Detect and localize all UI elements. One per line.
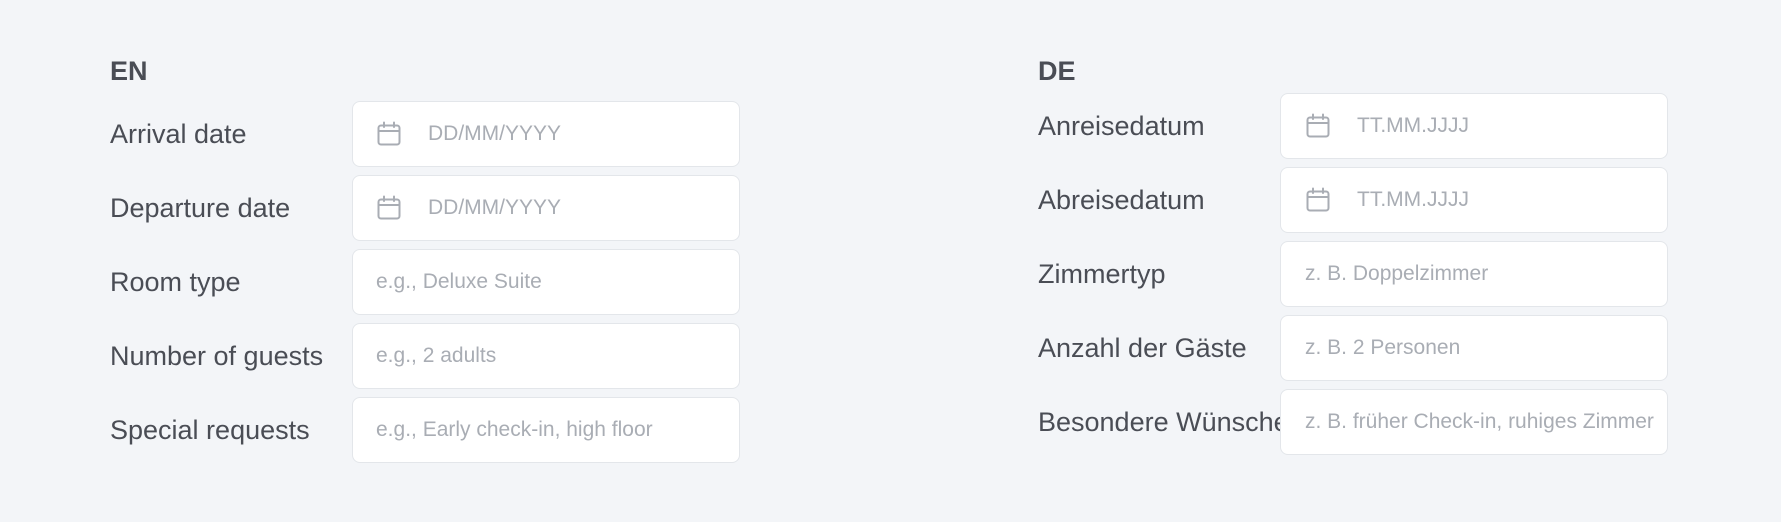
special-requests-field[interactable] [352,397,740,463]
field-label: Number of guests [110,340,324,371]
field-label: Zimmertyp [1038,258,1166,289]
calendar-icon[interactable] [1305,113,1331,139]
form-row-besondere-wuensche: Besondere Wünsche [1038,388,1668,456]
field-label: Anzahl der Gäste [1038,332,1247,363]
form-row-number-of-guests: Number of guests [110,322,740,390]
field-label: Room type [110,266,241,297]
special-requests-input[interactable] [376,418,739,442]
departure-date-field[interactable] [352,175,740,241]
language-heading: DE [1038,56,1076,86]
form-row-departure-date: Departure date [110,174,740,242]
form-row-anreisedatum: Anreisedatum [1038,92,1668,160]
anreisedatum-field[interactable] [1280,93,1668,159]
form-row-abreisedatum: Abreisedatum [1038,166,1668,234]
form-row-arrival-date: Arrival date [110,100,740,168]
number-of-guests-input[interactable] [376,344,739,368]
departure-date-input[interactable] [402,196,739,220]
arrival-date-field[interactable] [352,101,740,167]
form-row-anzahl-der-gaeste: Anzahl der Gäste [1038,314,1668,382]
form-panel-de: DE Anreisedatum Abreisedatum Zimmertyp [1038,54,1668,462]
form-row-special-requests: Special requests [110,396,740,464]
field-label: Special requests [110,414,310,445]
language-heading: EN [110,56,148,86]
besondere-wuensche-field[interactable] [1280,389,1668,455]
form-row-room-type: Room type [110,248,740,316]
zimmertyp-field[interactable] [1280,241,1668,307]
zimmertyp-input[interactable] [1305,262,1667,286]
field-label: Arrival date [110,118,247,149]
arrival-date-input[interactable] [402,122,739,146]
anzahl-der-gaeste-field[interactable] [1280,315,1668,381]
besondere-wuensche-input[interactable] [1305,410,1667,434]
calendar-icon[interactable] [376,195,402,221]
anreisedatum-input[interactable] [1331,114,1667,138]
field-label: Abreisedatum [1038,184,1205,215]
field-label: Anreisedatum [1038,110,1205,141]
field-label: Besondere Wünsche [1038,406,1289,437]
number-of-guests-field[interactable] [352,323,740,389]
form-panel-en: EN Arrival date Departure date Room type [110,54,740,470]
abreisedatum-input[interactable] [1331,188,1667,212]
abreisedatum-field[interactable] [1280,167,1668,233]
room-type-input[interactable] [376,270,739,294]
anzahl-der-gaeste-input[interactable] [1305,336,1667,360]
form-row-zimmertyp: Zimmertyp [1038,240,1668,308]
room-type-field[interactable] [352,249,740,315]
calendar-icon[interactable] [1305,187,1331,213]
field-label: Departure date [110,192,291,223]
calendar-icon[interactable] [376,121,402,147]
